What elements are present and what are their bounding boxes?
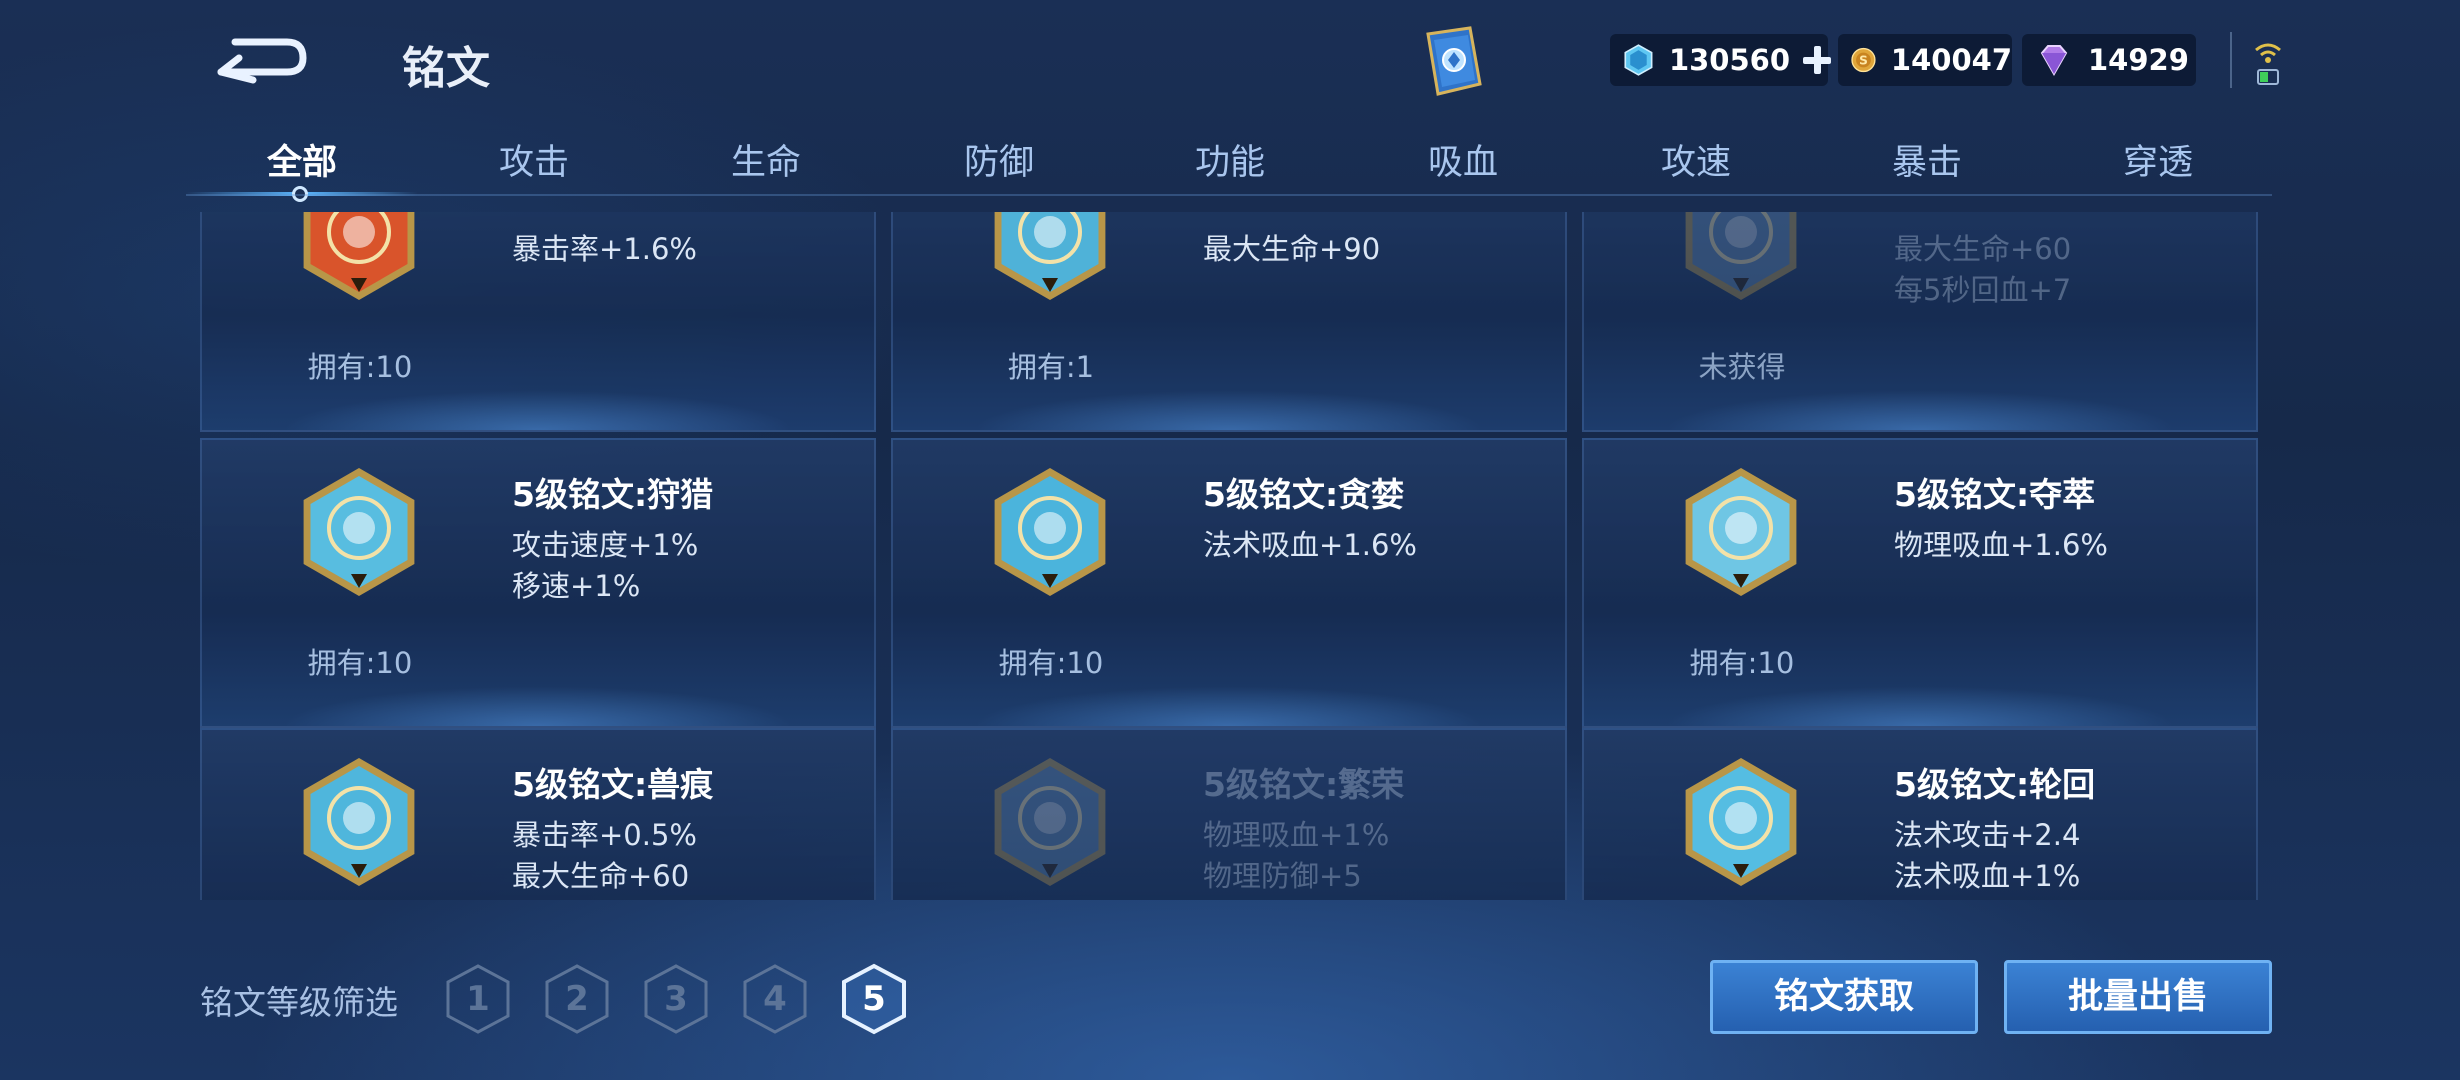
inscription-emblem-icon <box>303 758 415 886</box>
tabs-divider <box>186 194 2272 196</box>
inscription-stat: 物理吸血+1% <box>1203 818 1390 852</box>
inscription-name: 5级铭文:轮回 <box>1894 765 2096 804</box>
tab-attack[interactable]: 攻击 <box>418 134 650 185</box>
get-inscription-button[interactable]: 铭文获取 <box>1710 960 1978 1034</box>
diamond-currency: 14929 <box>2022 34 2196 86</box>
wifi-icon <box>2248 36 2288 90</box>
category-tabs: 全部 攻击 生命 防御 功能 吸血 攻速 暴击 穿透 <box>186 122 2274 202</box>
gem-currency: 130560 <box>1610 34 1831 86</box>
inscription-card[interactable]: 最大生命+60 每5秒回血+7 未获得 <box>1582 212 2258 432</box>
owned-count: 拥有:10 <box>307 646 413 680</box>
level-filter-5[interactable]: 5 <box>840 963 908 1035</box>
owned-count: 拥有:10 <box>307 350 413 384</box>
inscription-stat: 法术吸血+1% <box>1894 859 2081 893</box>
tab-crit[interactable]: 暴击 <box>1811 134 2043 185</box>
inscription-emblem-icon <box>1685 758 1797 886</box>
inscription-name: 5级铭文:夺萃 <box>1894 475 2096 514</box>
inscription-card[interactable]: 5级铭文:狩猎 攻击速度+1% 移速+1% 拥有:10 <box>200 438 876 728</box>
diamond-icon <box>2040 45 2068 77</box>
tab-defense[interactable]: 防御 <box>883 134 1115 185</box>
inscription-stat: 物理防御+5 <box>1203 859 1362 893</box>
add-gems-button[interactable] <box>1800 43 1831 77</box>
level-filter-3[interactable]: 3 <box>642 963 710 1035</box>
page-title: 铭文 <box>402 43 490 94</box>
inscription-card[interactable]: 5级铭文:夺萃 物理吸血+1.6% 拥有:10 <box>1582 438 2258 728</box>
inscription-emblem-icon <box>303 468 415 596</box>
inscription-stat: 每5秒回血+7 <box>1894 273 2072 307</box>
inscription-emblem-icon <box>1685 212 1797 300</box>
owned-count: 拥有:10 <box>1689 646 1795 680</box>
level-filter-label: 铭文等级筛选 <box>200 983 398 1022</box>
inscription-stat: 最大生命+90 <box>1203 232 1381 266</box>
inscription-book-icon[interactable] <box>1418 24 1488 100</box>
inscription-card[interactable]: 5级铭文:轮回 法术攻击+2.4 法术吸血+1% <box>1582 728 2258 900</box>
inscription-name: 5级铭文:贪婪 <box>1203 475 1405 514</box>
diamond-amount: 14929 <box>2088 43 2189 77</box>
svg-text:S: S <box>1859 54 1868 68</box>
gold-currency: S 140047 <box>1838 34 2012 86</box>
inscription-stat: 移速+1% <box>512 569 641 603</box>
inscription-card[interactable]: 暴击率+1.6% 拥有:10 <box>200 212 876 432</box>
owned-count: 拥有:10 <box>998 646 1104 680</box>
gold-coin-icon: S <box>1851 47 1876 73</box>
inscription-name: 5级铭文:狩猎 <box>512 475 714 514</box>
inscription-stat: 攻击速度+1% <box>512 528 699 562</box>
inscription-card[interactable]: 5级铭文:兽痕 暴击率+0.5% 最大生命+60 <box>200 728 876 900</box>
inscription-stat: 物理吸血+1.6% <box>1894 528 2108 562</box>
owned-count: 未获得 <box>1698 350 1786 384</box>
gem-amount: 130560 <box>1668 43 1791 77</box>
inscription-stat: 暴击率+0.5% <box>512 818 697 852</box>
status-divider <box>2230 32 2232 88</box>
tab-hp[interactable]: 生命 <box>650 134 882 185</box>
inscription-emblem-icon <box>1685 468 1797 596</box>
tab-utility[interactable]: 功能 <box>1114 134 1346 185</box>
inscription-card[interactable]: 5级铭文:贪婪 法术吸血+1.6% 拥有:10 <box>891 438 1567 728</box>
back-button[interactable] <box>205 28 315 88</box>
inscription-stat: 法术吸血+1.6% <box>1203 528 1417 562</box>
inscription-emblem-icon <box>994 758 1106 886</box>
inscription-grid[interactable]: 暴击率+1.6% 拥有:10 最大生命+90 拥有:1 最大生命+60 每5秒回… <box>200 212 2258 900</box>
inscription-name: 5级铭文:兽痕 <box>512 765 714 804</box>
inscription-card[interactable]: 5级铭文:繁荣 物理吸血+1% 物理防御+5 <box>891 728 1567 900</box>
tab-all[interactable]: 全部 <box>186 134 418 185</box>
gem-icon <box>1624 44 1653 76</box>
gold-amount: 140047 <box>1890 43 2012 77</box>
level-filter-2[interactable]: 2 <box>543 963 611 1035</box>
tab-attack-speed[interactable]: 攻速 <box>1580 134 1812 185</box>
inscription-name: 5级铭文:繁荣 <box>1203 765 1405 804</box>
tab-lifesteal[interactable]: 吸血 <box>1347 134 1579 185</box>
inscription-emblem-icon <box>994 212 1106 300</box>
inscription-card[interactable]: 最大生命+90 拥有:1 <box>891 212 1567 432</box>
back-arrow-icon <box>217 38 307 84</box>
inscription-emblem-icon <box>303 212 415 300</box>
inscription-stat: 法术攻击+2.4 <box>1894 818 2081 852</box>
level-filter-4[interactable]: 4 <box>741 963 809 1035</box>
inscription-stat: 暴击率+1.6% <box>512 232 697 266</box>
inscription-stat: 最大生命+60 <box>512 859 690 893</box>
inscription-emblem-icon <box>994 468 1106 596</box>
owned-count: 拥有:1 <box>1007 350 1095 384</box>
bulk-sell-button[interactable]: 批量出售 <box>2004 960 2272 1034</box>
level-filter-1[interactable]: 1 <box>444 963 512 1035</box>
tab-penetration[interactable]: 穿透 <box>2042 134 2274 185</box>
inscription-stat: 最大生命+60 <box>1894 232 2072 266</box>
